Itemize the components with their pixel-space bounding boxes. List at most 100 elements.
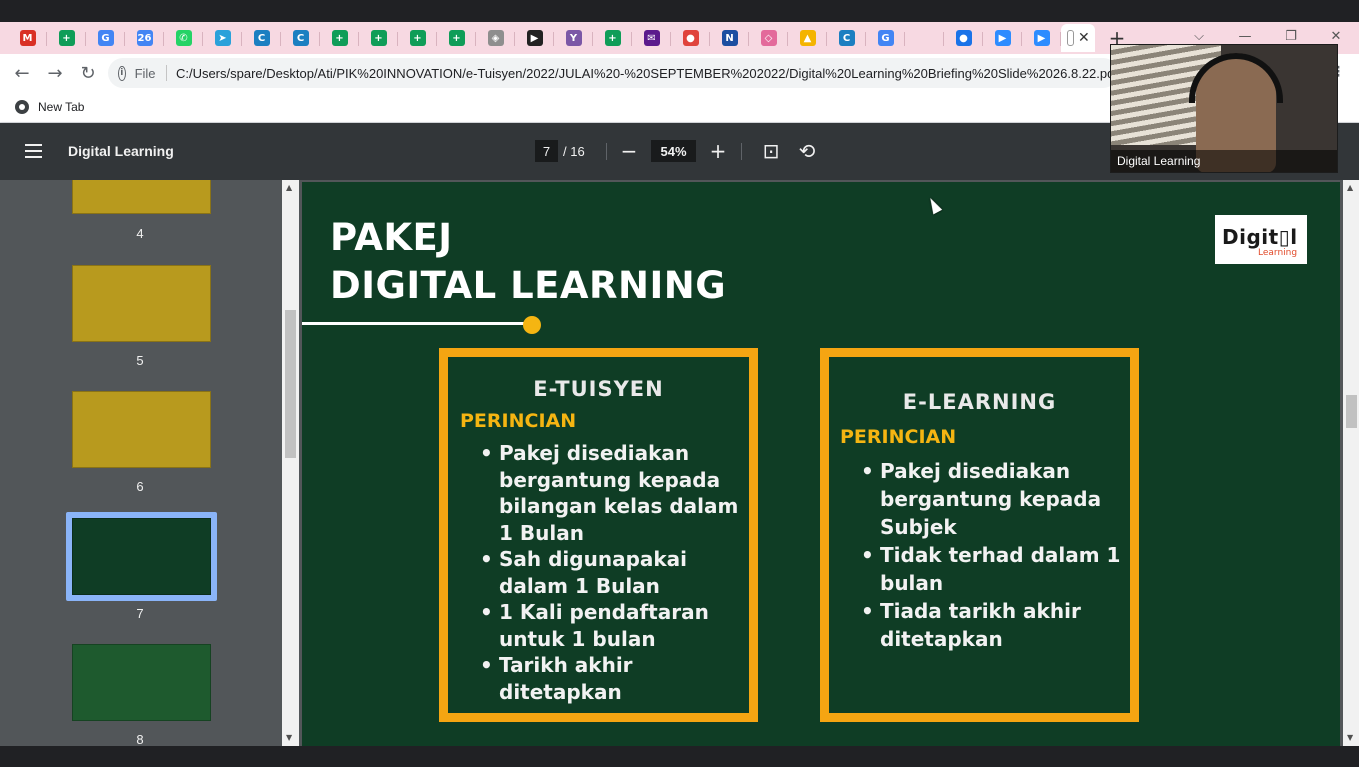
google-icon: G: [97, 30, 114, 46]
browser-tab-active[interactable]: ✕: [1061, 24, 1095, 52]
bullet-item: Sah digunapakai dalam 1 Bulan: [480, 546, 740, 599]
translate-icon: N: [721, 30, 738, 46]
browser-tab[interactable]: C: [827, 24, 866, 52]
calendar-icon: 26: [136, 30, 153, 46]
browser-tab[interactable]: C: [242, 24, 281, 52]
browser-tab[interactable]: G: [86, 24, 125, 52]
video-call-overlay[interactable]: Digital Learning: [1110, 44, 1338, 173]
browser-tab[interactable]: 26: [125, 24, 164, 52]
address-bar[interactable]: i File C:/Users/spare/Desktop/Ati/PIK%20…: [108, 58, 1118, 88]
browser-tab[interactable]: ▶: [1022, 24, 1061, 52]
browser-tab[interactable]: ✉: [632, 24, 671, 52]
fit-page-button[interactable]: ⊡: [757, 137, 785, 165]
scroll-down-arrow-icon[interactable]: ▼: [1347, 733, 1353, 742]
scroll-up-arrow-icon[interactable]: ▲: [286, 183, 292, 192]
window-top-bar: [0, 0, 1359, 22]
browser-tab[interactable]: [905, 24, 944, 52]
page-thumbnail-7[interactable]: [72, 518, 211, 595]
box-icon: ◇: [760, 30, 777, 46]
canva-icon: C: [838, 30, 855, 46]
bottom-bar: [0, 746, 1359, 767]
browser-tab[interactable]: ✆: [164, 24, 203, 52]
sheets-icon: +: [604, 30, 621, 46]
browser-tab[interactable]: ◇: [749, 24, 788, 52]
browser-tab[interactable]: +: [398, 24, 437, 52]
zoom-input[interactable]: 54%: [651, 140, 696, 162]
menu-icon[interactable]: [25, 144, 42, 158]
rotate-button[interactable]: ⟲: [793, 137, 821, 165]
url-scheme-label: File: [134, 65, 156, 81]
slide-page: PAKEJ DIGITAL LEARNING Digit▯l Learning …: [302, 182, 1340, 746]
panel-bullets: Pakej disediakan bergantung kepada Subje…: [861, 457, 1126, 653]
back-button[interactable]: ←: [7, 58, 37, 88]
browser-tab[interactable]: ●: [944, 24, 983, 52]
toolbar-divider: [606, 143, 607, 160]
url-text[interactable]: C:/Users/spare/Desktop/Ati/PIK%20INNOVAT…: [176, 66, 1118, 81]
browser-tab[interactable]: C: [281, 24, 320, 52]
browser-tab[interactable]: +: [593, 24, 632, 52]
browser-tab[interactable]: +: [359, 24, 398, 52]
bullet-item: Tiada tarikh akhir ditetapkan: [861, 597, 1126, 653]
panel-heading: E-TUISYEN: [533, 377, 664, 401]
telegram-icon: ➤: [214, 30, 231, 46]
browser-tab[interactable]: ▶: [983, 24, 1022, 52]
bookmark-new-tab[interactable]: New Tab: [38, 100, 84, 114]
page-thumbnail-5[interactable]: [72, 265, 211, 342]
participant-name: Digital Learning: [1111, 150, 1337, 172]
page-thumbnail-8[interactable]: [72, 644, 211, 721]
e-learning-panel: E-LEARNING PERINCIAN Pakej disediakan be…: [820, 348, 1139, 722]
panel-subheading: PERINCIAN: [840, 426, 957, 448]
browser-tab[interactable]: +: [47, 24, 86, 52]
page-total: / 16: [563, 144, 585, 159]
tab-close-icon[interactable]: ✕: [1078, 30, 1090, 46]
play-icon: ▶: [526, 30, 543, 46]
scroll-up-arrow-icon[interactable]: ▲: [1347, 183, 1353, 192]
drive-icon: ▲: [799, 30, 816, 46]
zoom-icon: ▶: [994, 30, 1011, 46]
title-underline: [302, 322, 530, 325]
plus-icon: +: [709, 139, 727, 163]
zoom-out-button[interactable]: −: [615, 137, 643, 165]
browser-tab[interactable]: ▶: [515, 24, 554, 52]
forward-button[interactable]: →: [40, 58, 70, 88]
scroll-down-arrow-icon[interactable]: ▼: [286, 733, 292, 742]
thumbnail-number: 8: [136, 732, 144, 746]
browser-tab[interactable]: G: [866, 24, 905, 52]
sheets-icon: +: [409, 30, 426, 46]
title-dot: [523, 316, 541, 334]
viewer-scrollbar[interactable]: ▲ ▼: [1343, 180, 1359, 746]
zoom-in-button[interactable]: +: [704, 137, 732, 165]
shield-icon: ◈: [487, 30, 504, 46]
browser-tab[interactable]: Y: [554, 24, 593, 52]
document-title: Digital Learning: [68, 143, 174, 159]
browser-tab[interactable]: ➤: [203, 24, 242, 52]
sheets-icon: +: [331, 30, 348, 46]
blank-icon: [916, 30, 933, 46]
browser-tab[interactable]: M: [8, 24, 47, 52]
gmail-icon: M: [19, 30, 36, 46]
info-icon[interactable]: i: [118, 65, 126, 81]
filter-icon: Y: [565, 30, 582, 46]
page-thumbnail-6[interactable]: [72, 391, 211, 468]
reload-button[interactable]: ↻: [73, 58, 103, 88]
browser-tab[interactable]: ◈: [476, 24, 515, 52]
sheets-icon: +: [370, 30, 387, 46]
browser-tab[interactable]: +: [437, 24, 476, 52]
browser-tab[interactable]: +: [320, 24, 359, 52]
browser-tab[interactable]: N: [710, 24, 749, 52]
slide-title: PAKEJ DIGITAL LEARNING: [330, 214, 726, 310]
viewer-scroll-thumb[interactable]: [1346, 395, 1357, 428]
thumbnail-number: 6: [136, 479, 144, 494]
sidebar-scroll-thumb[interactable]: [285, 310, 296, 458]
forward-arrow-icon: →: [47, 62, 63, 84]
page-thumbnail-4[interactable]: [72, 180, 211, 214]
browser-tab[interactable]: ▲: [788, 24, 827, 52]
sidebar-scrollbar[interactable]: ▲ ▼: [282, 180, 299, 746]
page-icon: [1067, 30, 1074, 46]
page-number-input[interactable]: 7: [535, 140, 558, 162]
panel-bullets: Pakej disediakan bergantung kepada bilan…: [480, 440, 740, 705]
browser-tab[interactable]: ●: [671, 24, 710, 52]
slide-title-line1: PAKEJ: [330, 216, 453, 259]
canva-icon: C: [253, 30, 270, 46]
thumbnail-number: 4: [136, 226, 144, 241]
